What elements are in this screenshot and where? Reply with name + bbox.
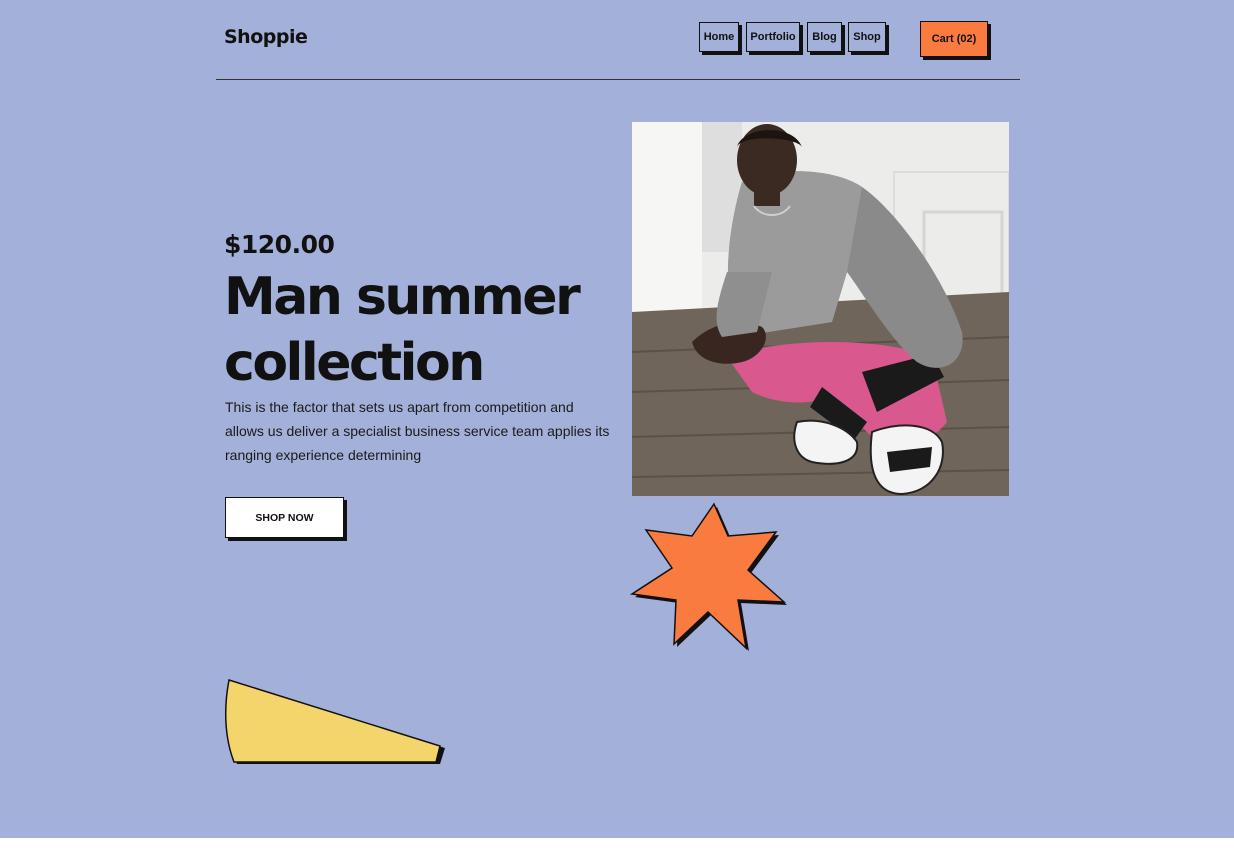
nav-home-button[interactable]: Home [699,22,739,52]
hero-product-image [632,122,1009,496]
nav-shop-button[interactable]: Shop [848,22,886,52]
hero-section: Shoppie Home Portfolio Blog Shop Cart (0… [0,0,1234,838]
product-price: $120.00 [224,230,335,259]
hero-title-line1: Man summer [224,267,581,327]
hero-description: This is the factor that sets us apart fr… [225,399,610,463]
orange-star-shape [629,502,787,651]
nav-portfolio-button[interactable]: Portfolio [746,22,800,52]
brand-logo[interactable]: Shoppie [224,26,308,48]
shop-now-button[interactable]: SHOP NOW [225,497,344,538]
page-footer-strip [0,838,1234,862]
hero-title: Man summer collection [224,264,624,396]
header-divider [216,79,1020,80]
hero-title-line2: collection [224,333,485,393]
cart-button[interactable]: Cart (02) [920,21,988,57]
yellow-wedge-shape [224,679,445,764]
nav-blog-button[interactable]: Blog [807,22,842,52]
